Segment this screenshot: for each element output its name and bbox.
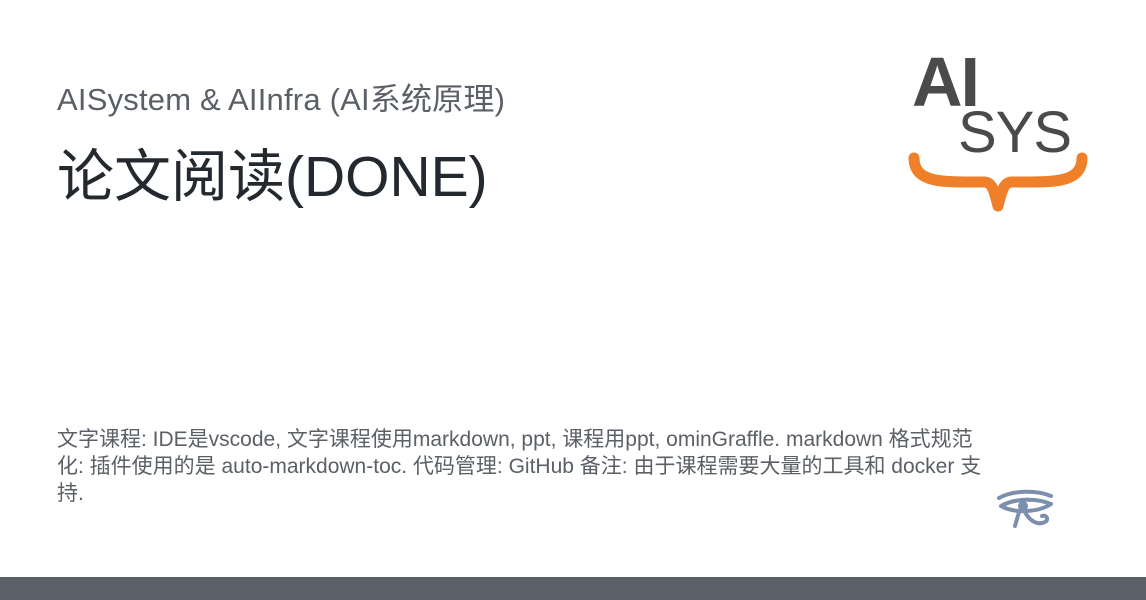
logo-brace — [908, 152, 1088, 212]
aisys-logo: AI SYS — [906, 40, 1092, 212]
page-subtitle: AISystem & AIInfra (AI系统原理) — [57, 82, 506, 117]
page-title: 论文阅读(DONE) — [57, 145, 488, 209]
eye-of-horus-icon — [995, 488, 1055, 532]
project-description: 文字课程: IDE是vscode, 文字课程使用markdown, ppt, 课… — [57, 428, 982, 505]
logo-bottom-text: SYS — [958, 100, 1071, 165]
footer-bar — [0, 577, 1146, 600]
